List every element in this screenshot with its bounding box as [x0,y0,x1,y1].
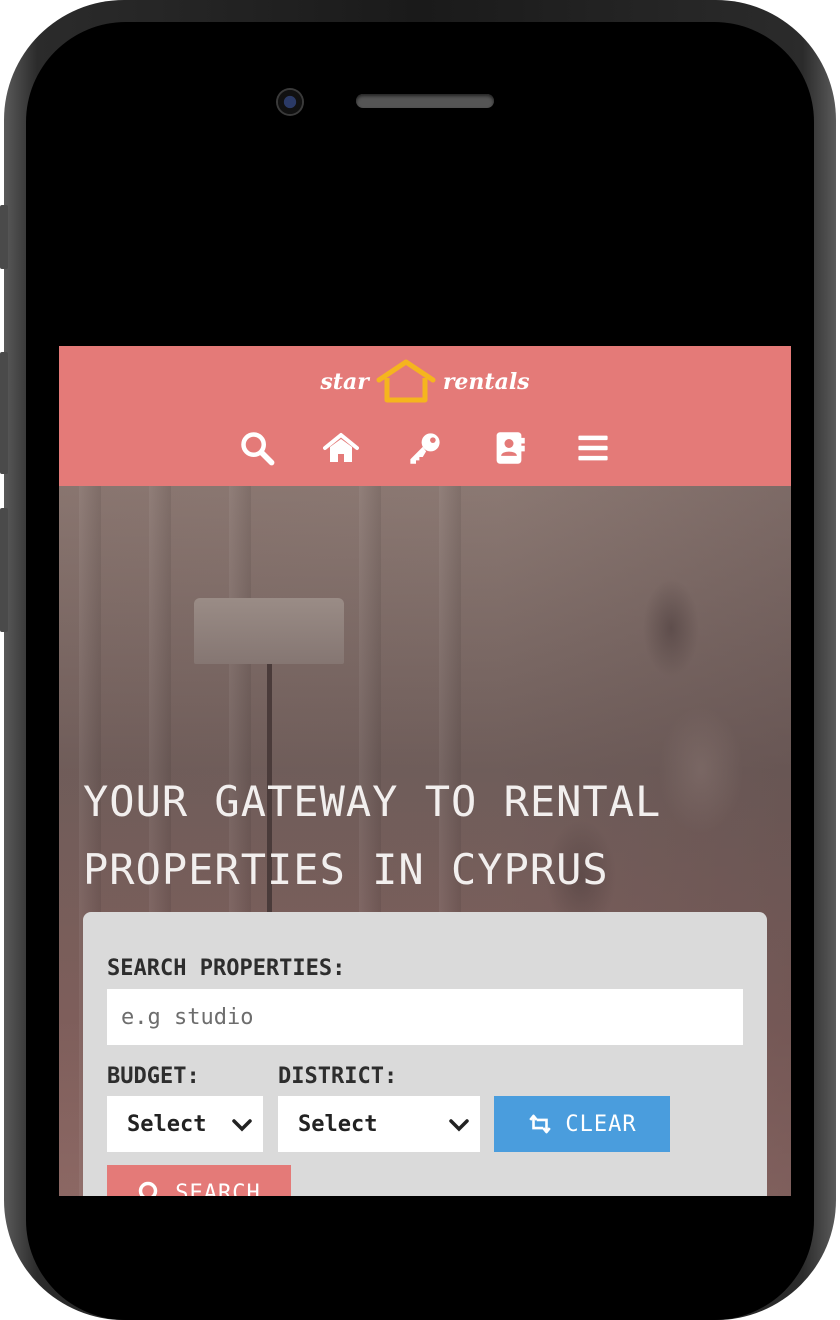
nav-menu[interactable] [573,428,613,468]
volume-up-button [0,352,8,474]
nav-contacts[interactable] [489,428,529,468]
hero-section: YOUR GATEWAY TO RENTAL PROPERTIES IN CYP… [59,486,791,1196]
house-logo-icon [376,359,436,403]
nav-home[interactable] [321,428,361,468]
search-icon [241,432,275,466]
logo-text-rentals: rentals [442,369,530,395]
front-camera [276,88,304,116]
nav-search[interactable] [237,428,277,468]
search-input[interactable] [107,989,743,1045]
district-select-value: Select [298,1111,378,1137]
site-header: star rentals [59,346,791,486]
budget-select[interactable]: Select [107,1096,263,1152]
search-button-label: SEARCH [175,1180,261,1197]
chevron-down-icon [449,1119,469,1132]
key-icon [410,433,440,464]
home-icon [323,433,359,462]
search-properties-label: SEARCH PROPERTIES: [107,956,346,981]
retweet-icon [529,1114,552,1134]
contacts-icon [496,432,525,464]
brand-logo[interactable]: star rentals [59,354,791,410]
mute-switch [0,205,8,269]
budget-select-value: Select [127,1111,207,1137]
logo-text-star: star [320,369,369,395]
search-icon [139,1181,158,1196]
search-card: SEARCH PROPERTIES: BUDGET: DISTRICT: Sel… [83,912,767,1196]
district-select[interactable]: Select [278,1096,480,1152]
search-button[interactable]: SEARCH [107,1165,291,1196]
phone-screen: star rentals YOUR GATEWAY TO RENTAL PROP… [59,346,791,1196]
budget-label: BUDGET: [107,1064,200,1089]
nav-rentals[interactable] [405,428,445,468]
clear-button-label: CLEAR [565,1111,637,1137]
lamp-shade-image [194,598,344,664]
district-label: DISTRICT: [278,1064,398,1089]
hero-headline: YOUR GATEWAY TO RENTAL PROPERTIES IN CYP… [83,777,662,894]
menu-icon [578,435,608,461]
chevron-down-icon [232,1119,252,1132]
clear-button[interactable]: CLEAR [494,1096,670,1152]
volume-down-button [0,508,8,632]
earpiece-speaker [356,94,494,108]
main-nav [59,428,791,472]
